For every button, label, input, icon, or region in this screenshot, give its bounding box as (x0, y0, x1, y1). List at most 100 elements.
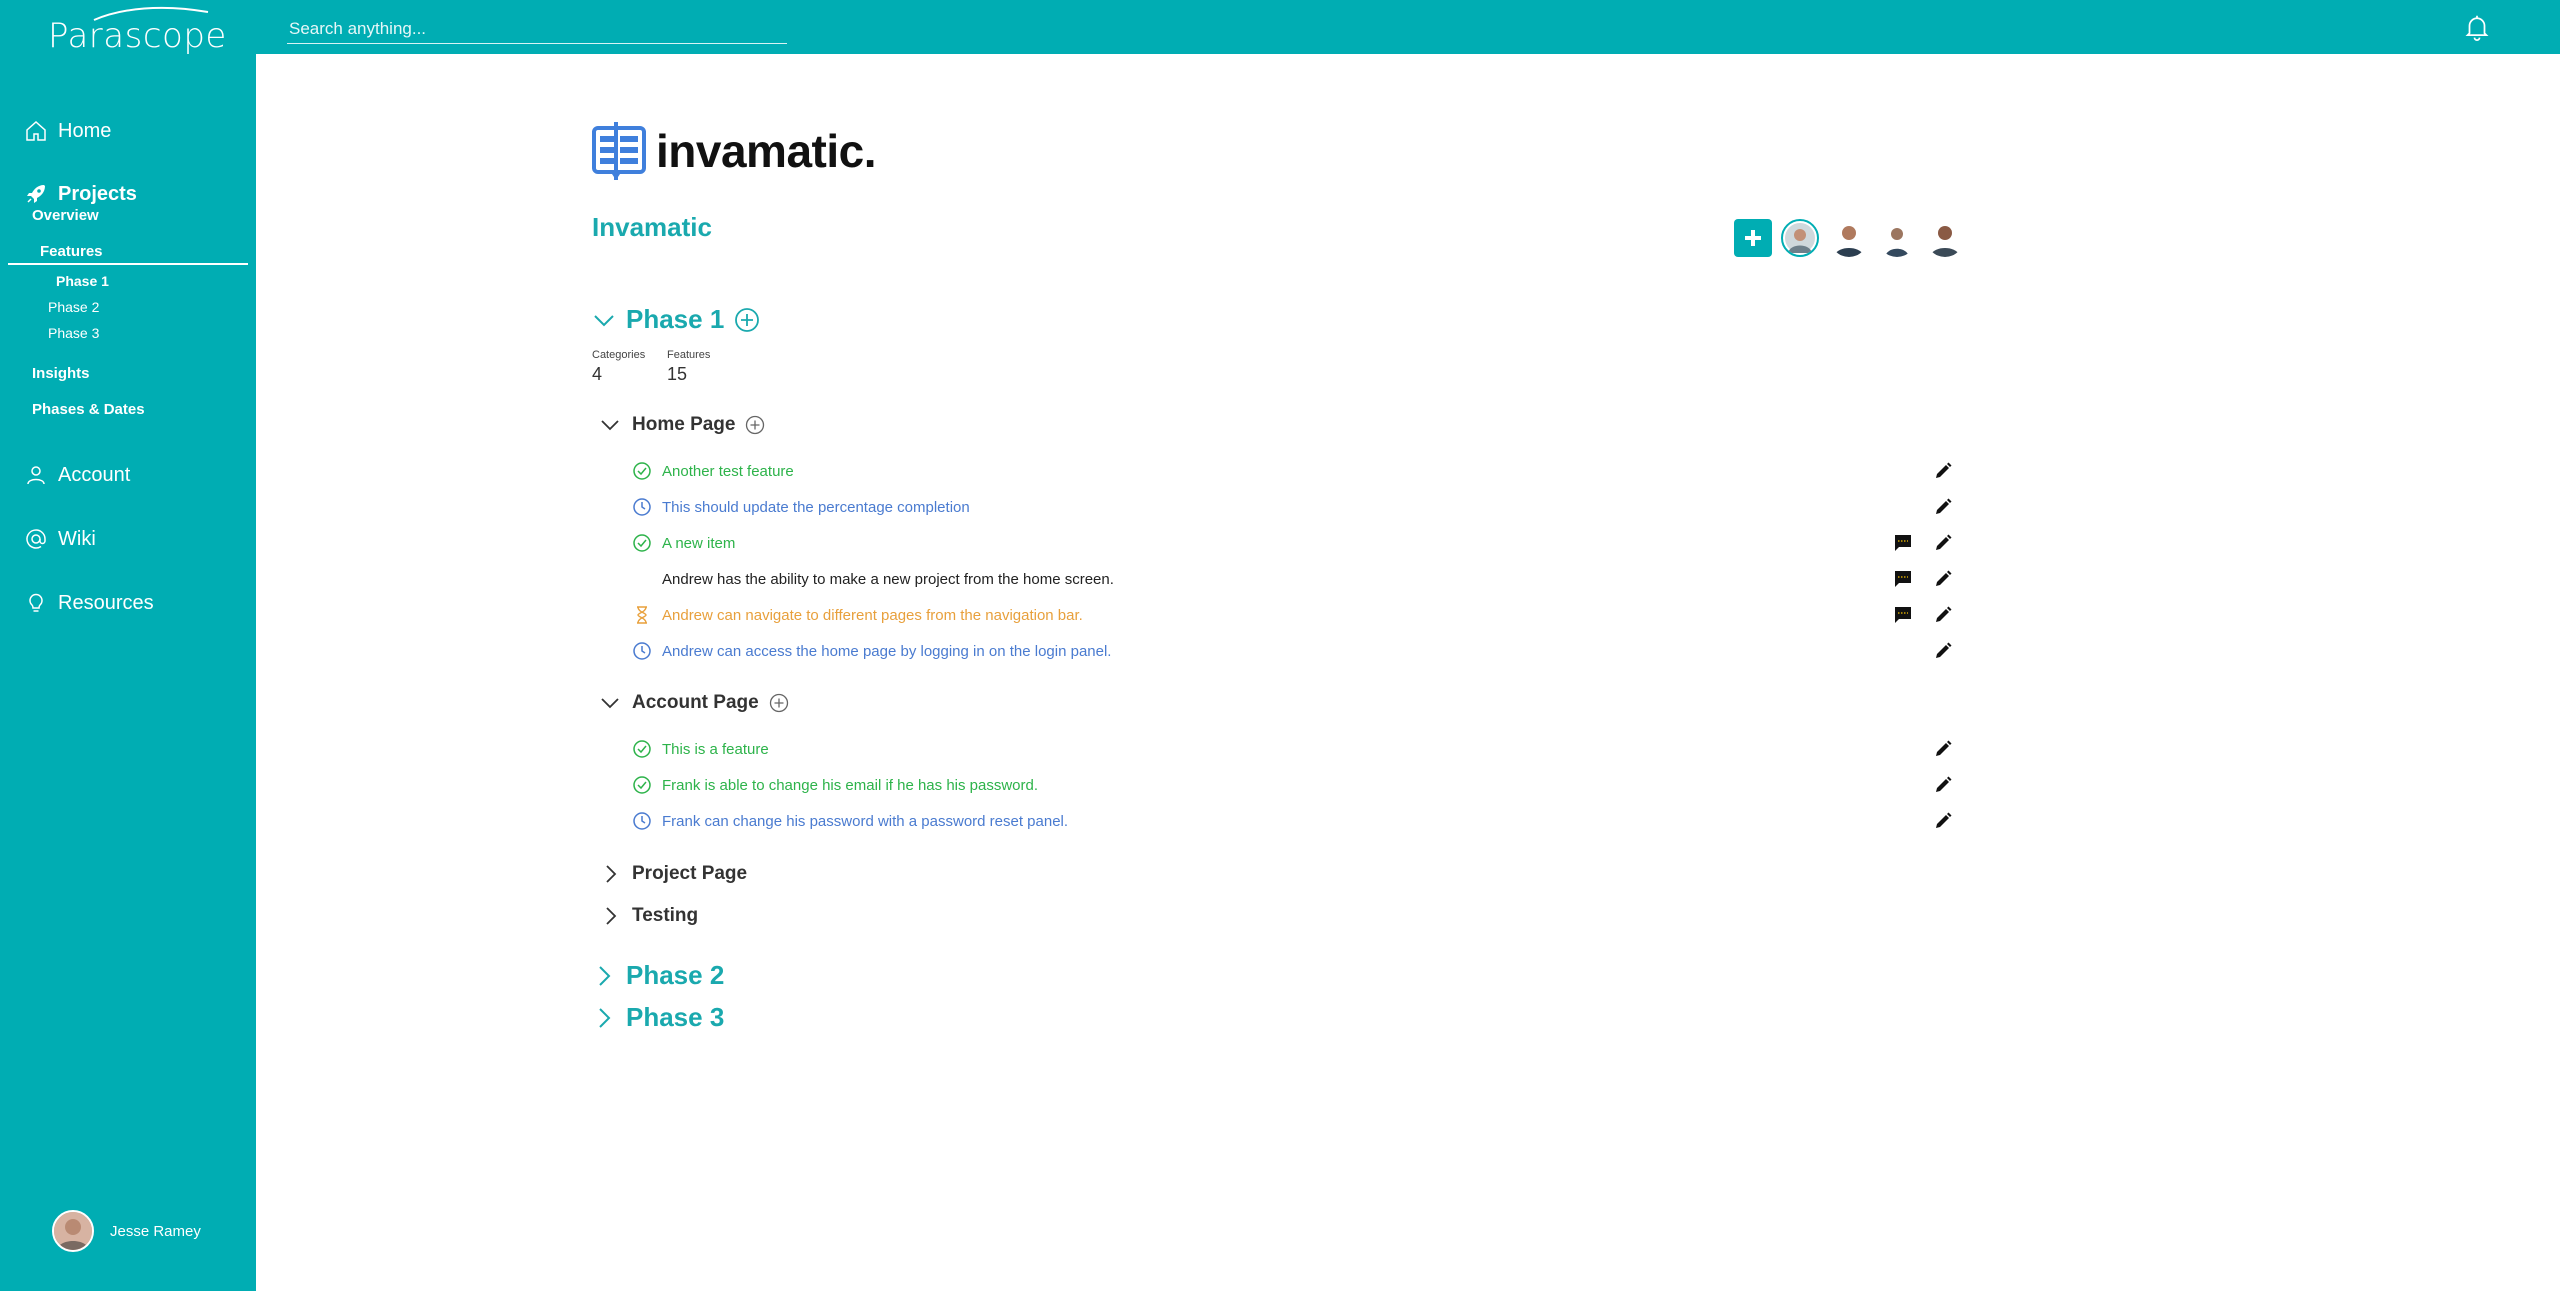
feature-text: Frank is able to change his email if he … (662, 776, 1039, 794)
category-label: Account Page (632, 692, 759, 713)
feature-text: Andrew can navigate to different pages f… (662, 606, 1083, 624)
feature-item[interactable]: Frank is able to change his email if he … (632, 774, 1038, 796)
features-count: 15 (667, 364, 688, 384)
pencil-icon[interactable] (1932, 568, 1954, 590)
phase-title: Phase 2 (626, 960, 725, 990)
pencil-icon[interactable] (1932, 774, 1954, 796)
pencil-icon[interactable] (1932, 810, 1954, 832)
sidebar-sub-phase-2[interactable]: Phase 2 (48, 299, 99, 315)
search-input[interactable] (287, 14, 787, 43)
pencil-icon[interactable] (1932, 460, 1954, 482)
chevron-down-icon (594, 314, 614, 326)
clock-icon (633, 812, 651, 830)
feature-item[interactable]: Andrew has the ability to make a new pro… (632, 568, 1114, 590)
pencil-icon[interactable] (1932, 738, 1954, 760)
category-home-page[interactable]: Home Page (600, 414, 765, 436)
chevron-down-icon (601, 698, 619, 709)
feature-text: Andrew has the ability to make a new pro… (662, 570, 1114, 588)
pencil-icon[interactable] (1932, 604, 1954, 626)
categories-label: Categories (592, 349, 646, 361)
user-icon (27, 466, 45, 485)
categories-count: 4 (592, 364, 603, 384)
rocket-icon (27, 185, 45, 203)
features-label: Features (667, 349, 711, 361)
sidebar-item-label: Wiki (58, 527, 96, 550)
sidebar-item-home[interactable]: Home (24, 114, 111, 148)
member-avatar[interactable] (1830, 219, 1868, 257)
pencil-icon[interactable] (1932, 640, 1954, 662)
chevron-down-icon (601, 420, 619, 431)
sidebar-item-label: Home (58, 119, 112, 142)
plus-icon (1745, 230, 1761, 246)
feature-item[interactable]: Andrew can access the home page by loggi… (632, 640, 1111, 662)
comment-icon[interactable] (1892, 532, 1914, 554)
sidebar-sub-insights[interactable]: Insights (32, 365, 90, 382)
no-status-icon (632, 569, 652, 589)
chevron-right-icon (599, 1007, 611, 1028)
feature-text: This should update the percentage comple… (662, 498, 970, 516)
feature-item[interactable]: Frank can change his password with a pas… (632, 810, 1068, 832)
add-circle-icon[interactable] (734, 307, 760, 333)
feature-item[interactable]: This is a feature (632, 738, 769, 760)
feature-item[interactable]: Andrew can navigate to different pages f… (632, 604, 1083, 626)
category-label: Project Page (632, 863, 748, 884)
category-project-page[interactable]: Project Page (600, 863, 747, 885)
feature-text: A new item (662, 534, 736, 552)
lightbulb-icon (29, 593, 43, 612)
add-circle-icon[interactable] (769, 693, 789, 713)
check-circle-icon (633, 462, 651, 480)
comment-icon[interactable] (1892, 568, 1914, 590)
feature-text: This is a feature (662, 740, 769, 758)
hourglass-icon (637, 606, 647, 624)
clock-icon (633, 642, 651, 660)
project-title: Invamatic (592, 212, 712, 242)
category-testing[interactable]: Testing (600, 905, 698, 927)
feature-item[interactable]: Another test feature (632, 460, 794, 482)
pencil-icon[interactable] (1932, 532, 1954, 554)
category-label: Home Page (632, 414, 736, 435)
check-circle-icon (633, 534, 651, 552)
member-avatar[interactable] (1926, 219, 1964, 257)
feature-text: Andrew can access the home page by loggi… (662, 642, 1112, 660)
sidebar: Home Projects Overview Features Phase 1 … (0, 54, 256, 1291)
category-account-page[interactable]: Account Page (600, 692, 789, 714)
category-label: Testing (632, 905, 699, 926)
home-icon (26, 120, 46, 141)
clock-icon (633, 498, 651, 516)
add-circle-icon[interactable] (745, 415, 765, 435)
phase-title: Phase 1 (626, 304, 725, 334)
sidebar-item-account[interactable]: Account (24, 458, 130, 492)
sidebar-item-wiki[interactable]: Wiki (24, 522, 96, 556)
feature-text: Frank can change his password with a pas… (662, 812, 1069, 830)
user-profile[interactable]: Jesse Ramey (52, 1209, 201, 1253)
sidebar-sub-features[interactable]: Features (40, 243, 103, 260)
brand-name: Parascope (48, 16, 227, 56)
invamatic-logo-icon (592, 122, 646, 180)
member-avatar[interactable] (1878, 219, 1916, 257)
feature-text: Another test feature (662, 462, 794, 480)
chevron-right-icon (606, 865, 617, 883)
member-avatar[interactable] (1781, 219, 1819, 257)
phase-2-header[interactable]: Phase 2 (592, 960, 724, 991)
check-circle-icon (633, 776, 651, 794)
comment-icon[interactable] (1892, 604, 1914, 626)
search-box[interactable] (287, 14, 787, 44)
feature-item[interactable]: A new item (632, 532, 735, 554)
sidebar-item-resources[interactable]: Resources (24, 586, 154, 620)
phase-3-header[interactable]: Phase 3 (592, 1002, 724, 1033)
chevron-right-icon (606, 907, 617, 925)
bell-icon[interactable] (2462, 12, 2492, 42)
phase-title: Phase 3 (626, 1002, 725, 1032)
feature-item[interactable]: This should update the percentage comple… (632, 496, 970, 518)
sidebar-sub-phase-1[interactable]: Phase 1 (56, 273, 109, 289)
sidebar-sub-phases-dates[interactable]: Phases & Dates (32, 401, 145, 418)
sidebar-item-label: Resources (58, 591, 154, 614)
sidebar-sub-overview[interactable]: Overview (32, 207, 99, 224)
sidebar-sub-phase-3[interactable]: Phase 3 (48, 325, 99, 341)
sidebar-item-projects[interactable]: Projects (24, 177, 137, 211)
brand-logo[interactable]: Parascope (48, 6, 226, 56)
add-member-button[interactable] (1734, 219, 1772, 257)
logo-text: invamatic. (656, 125, 877, 177)
phase-1-header[interactable]: Phase 1 (592, 304, 760, 335)
pencil-icon[interactable] (1932, 496, 1954, 518)
